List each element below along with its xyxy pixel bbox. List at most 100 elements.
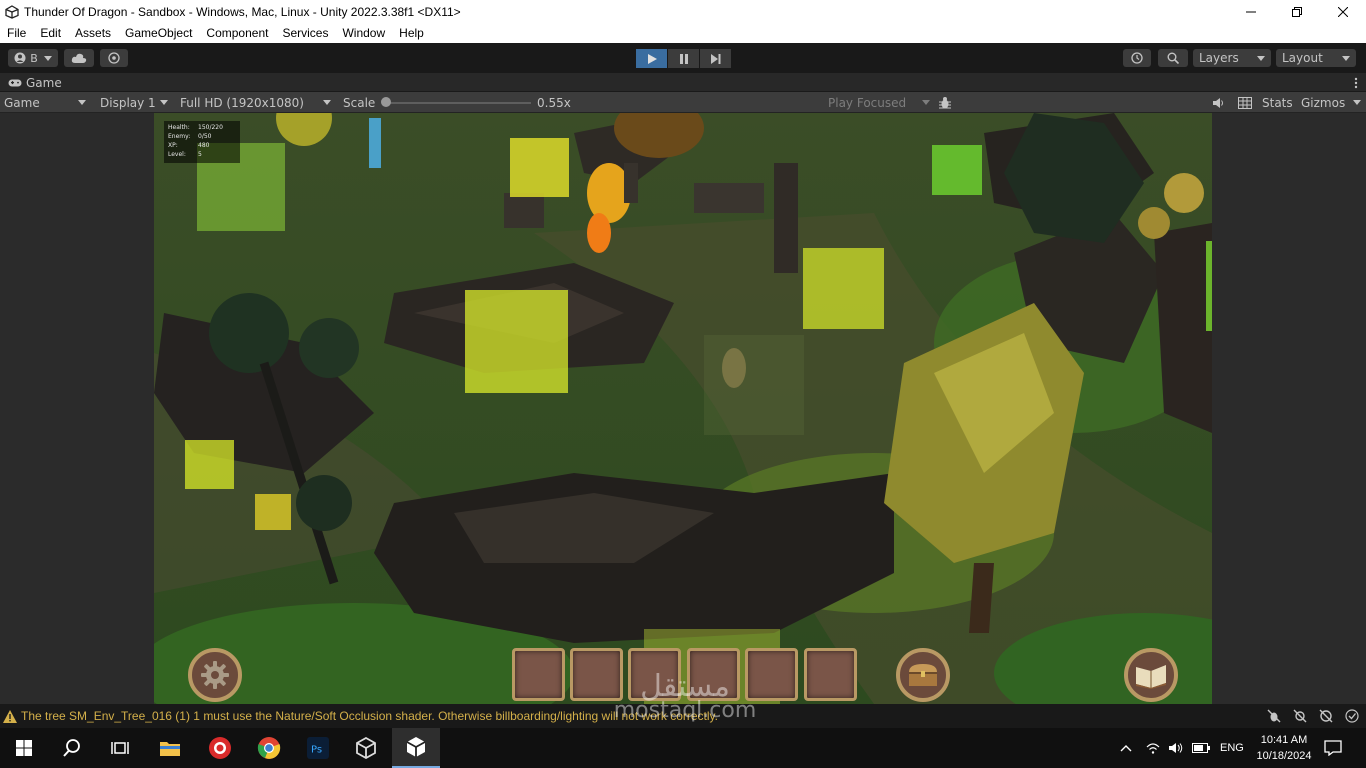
close-button[interactable] — [1320, 0, 1366, 23]
restore-button[interactable] — [1274, 0, 1320, 23]
chest-button[interactable] — [896, 648, 950, 702]
aspect-grid-button[interactable] — [1238, 92, 1252, 113]
check-circle-icon[interactable] — [1345, 709, 1359, 723]
hud-value: 480 — [198, 142, 210, 149]
battery-icon[interactable] — [1192, 743, 1210, 753]
warning-icon — [3, 709, 17, 723]
clock-time: 10:41 AM — [1260, 734, 1308, 746]
game-tab-bar: Game — [0, 73, 1366, 92]
task-view-button[interactable] — [96, 728, 144, 768]
play-button[interactable] — [636, 49, 667, 68]
unity-hub-icon — [356, 737, 376, 759]
hud-row-xp: XP: 480 — [168, 141, 236, 150]
record-icon — [209, 737, 231, 759]
cloud-button[interactable] — [64, 49, 94, 67]
player-stats-hud: Health: 150/220 Enemy: 0/50 XP: 480 Level: 5 — [164, 121, 240, 163]
tab-game[interactable]: Game — [0, 73, 70, 92]
play-mode-dropdown[interactable]: Play Focused — [828, 92, 932, 113]
account-dropdown[interactable]: B — [8, 49, 58, 67]
taskbar-clock[interactable]: 10:41 AM 10/18/2024 — [1250, 732, 1318, 764]
windows-logo-icon — [16, 740, 32, 756]
wifi-icon[interactable] — [1146, 742, 1160, 754]
gizmos-dropdown[interactable]: Gizmos — [1301, 92, 1363, 113]
inventory-slot[interactable] — [804, 648, 857, 701]
view-mode-dropdown[interactable]: Game — [4, 92, 90, 113]
mute-audio-button[interactable] — [1212, 92, 1224, 113]
bug-icon — [939, 96, 951, 108]
pause-icon — [679, 53, 688, 64]
treasure-chest-icon — [909, 664, 937, 686]
network-icon[interactable] — [1293, 709, 1307, 723]
unity-editor-button[interactable] — [392, 728, 440, 768]
start-button[interactable] — [0, 728, 48, 768]
inventory-slot[interactable] — [512, 648, 565, 701]
search-icon — [63, 739, 80, 757]
speaker-icon — [1213, 97, 1223, 108]
journal-button[interactable] — [1124, 648, 1178, 702]
chevron-down-icon — [1257, 56, 1265, 61]
file-explorer-button[interactable] — [146, 728, 194, 768]
menu-help[interactable]: Help — [392, 26, 431, 40]
menu-services[interactable]: Services — [275, 26, 335, 40]
stats-button[interactable]: Stats — [1262, 92, 1293, 113]
minimize-button[interactable] — [1228, 0, 1274, 23]
hud-row-health: Health: 150/220 — [168, 123, 236, 132]
photoshop-button[interactable]: Ps — [294, 728, 342, 768]
auto-generate-icon[interactable] — [1319, 709, 1333, 723]
window-title: Thunder Of Dragon - Sandbox - Windows, M… — [24, 4, 461, 19]
settings-button[interactable] — [188, 648, 242, 702]
search-taskbar-button[interactable] — [48, 728, 96, 768]
scale-slider-handle[interactable] — [380, 97, 391, 107]
resolution-dropdown[interactable]: Full HD (1920x1080) — [180, 92, 333, 113]
menu-assets[interactable]: Assets — [68, 26, 118, 40]
notification-icon — [1324, 740, 1342, 756]
menu-gameobject[interactable]: GameObject — [118, 26, 199, 40]
menu-window[interactable]: Window — [335, 26, 392, 40]
photoshop-icon: Ps — [307, 737, 329, 759]
display-dropdown[interactable]: Display 1 — [100, 92, 172, 113]
layers-dropdown[interactable]: Layers — [1193, 49, 1271, 67]
kebab-icon — [1354, 77, 1358, 89]
gizmos-label: Gizmos — [1301, 95, 1346, 110]
menu-component[interactable]: Component — [199, 26, 275, 40]
layout-dropdown[interactable]: Layout — [1276, 49, 1356, 67]
pause-button[interactable] — [668, 49, 699, 68]
hud-key: XP: — [168, 142, 178, 149]
play-mode-label: Play Focused — [828, 95, 907, 110]
hud-value: 5 — [198, 151, 202, 158]
folder-icon — [160, 742, 180, 756]
volume-icon[interactable] — [1168, 742, 1184, 754]
debug-off-icon[interactable] — [1267, 709, 1281, 723]
chevron-down-icon — [1342, 56, 1350, 61]
chrome-icon — [257, 737, 281, 759]
close-icon — [1338, 6, 1348, 17]
hud-key: Enemy: — [168, 133, 191, 140]
chevron-up-icon[interactable] — [1120, 744, 1132, 752]
game-scene[interactable]: Health: 150/220 Enemy: 0/50 XP: 480 Level: 5 — [154, 113, 1212, 704]
notifications-button[interactable] — [1310, 728, 1356, 768]
hud-value: 150/220 — [198, 124, 223, 131]
menu-file[interactable]: File — [0, 26, 33, 40]
cloud-icon — [71, 53, 87, 63]
hud-key: Health: — [168, 124, 190, 131]
account-icon — [14, 52, 26, 64]
svg-text:Ps: Ps — [311, 745, 322, 756]
step-button[interactable] — [700, 49, 731, 68]
layers-label: Layers — [1199, 51, 1239, 65]
collab-button[interactable] — [100, 49, 128, 67]
menu-edit[interactable]: Edit — [33, 26, 68, 40]
scale-label: Scale — [343, 95, 376, 110]
unity-hub-button[interactable] — [342, 728, 390, 768]
chrome-button[interactable] — [245, 728, 293, 768]
tab-menu-button[interactable] — [1354, 77, 1358, 92]
history-button[interactable] — [1123, 49, 1151, 67]
recorder-app-button[interactable] — [196, 728, 244, 768]
language-indicator[interactable]: ENG — [1220, 742, 1244, 754]
search-button[interactable] — [1158, 49, 1188, 67]
chevron-down-icon — [78, 100, 86, 105]
windows-taskbar: Ps ENG 10:41 AM 10/18/2024 — [0, 728, 1366, 768]
scale-slider-track[interactable] — [383, 102, 531, 104]
step-icon — [710, 53, 720, 64]
debug-button[interactable] — [938, 92, 952, 113]
chevron-down-icon — [160, 100, 168, 105]
